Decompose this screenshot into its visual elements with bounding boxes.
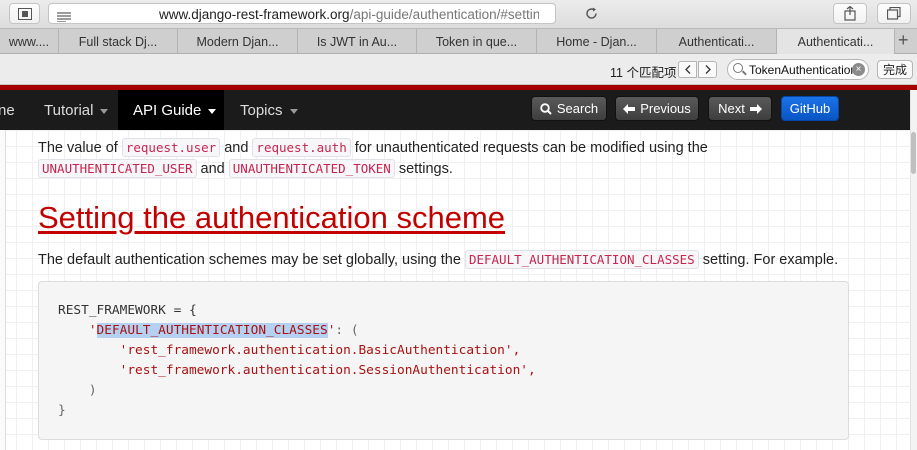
- scrollbar-thumb[interactable]: [911, 132, 916, 174]
- sidebar-icon: [17, 7, 32, 20]
- caret-down-icon: [289, 108, 298, 114]
- tabs-overview-icon: [887, 7, 901, 20]
- code-line: }: [58, 403, 66, 418]
- tab-6[interactable]: Home - Djan...: [537, 29, 657, 54]
- new-tab-icon[interactable]: +: [898, 30, 909, 51]
- para-text: settings.: [398, 161, 453, 177]
- sidebar-toggle-button[interactable]: [9, 3, 40, 24]
- next-button-label: Next: [718, 101, 745, 116]
- code-string: 'rest_framework.authentication.SessionAu…: [119, 363, 536, 378]
- side-rail: [0, 130, 6, 450]
- tab-label: Authenticati...: [678, 34, 755, 49]
- address-bar[interactable]: www.django-rest-framework.org/api-guide/…: [48, 3, 597, 27]
- nav-topics-label: Topics: [240, 101, 283, 119]
- tab-bar: www.... Full stack Dj... Modern Djan... …: [0, 28, 917, 54]
- code-punct: ): [88, 383, 97, 398]
- tab-label: Is JWT in Au...: [316, 34, 398, 49]
- nav-home-label: ne: [0, 101, 15, 119]
- url-path: /api-guide/authentication/#setting-: [349, 7, 539, 22]
- site-navbar: ne Tutorial API Guide Topics Search Prev…: [0, 90, 910, 130]
- chevron-left-icon: [684, 65, 690, 74]
- tab-label: Home - Djan...: [556, 34, 637, 49]
- previous-button-label: Previous: [640, 101, 691, 116]
- share-button[interactable]: [833, 3, 867, 24]
- paragraph-unauthenticated: The value of request.user and request.au…: [38, 137, 708, 159]
- nav-tutorial[interactable]: Tutorial: [44, 90, 109, 130]
- caret-down-icon: [208, 108, 217, 114]
- code-line: 'rest_framework.authentication.SessionAu…: [58, 363, 536, 378]
- arrow-left-icon: [623, 103, 636, 114]
- nav-api-guide-label: API Guide: [133, 101, 202, 119]
- inline-code: request.auth: [252, 138, 351, 157]
- share-icon: [844, 6, 856, 21]
- inline-code: UNAUTHENTICATED_USER: [38, 159, 197, 178]
- code-line: REST_FRAMEWORK = {: [58, 303, 197, 318]
- nav-api-guide[interactable]: API Guide: [118, 90, 224, 130]
- next-button[interactable]: Next: [708, 96, 772, 121]
- para-text: for unauthenticated requests can be modi…: [354, 140, 708, 156]
- clear-icon[interactable]: ×: [852, 63, 865, 76]
- show-tabs-button[interactable]: [877, 3, 911, 24]
- code-block: REST_FRAMEWORK = { 'DEFAULT_AUTHENTICATI…: [38, 281, 849, 440]
- inline-code: UNAUTHENTICATED_TOKEN: [228, 159, 395, 178]
- tab-4[interactable]: Is JWT in Au...: [298, 29, 417, 54]
- code-line: 'rest_framework.authentication.BasicAuth…: [58, 343, 521, 358]
- paragraph-default-schemes: The default authentication schemes may b…: [38, 249, 838, 271]
- para-text: and: [224, 140, 249, 156]
- find-highlight: DEFAULT_AUTHENTICATION_CLASSES: [96, 323, 328, 338]
- tab-1[interactable]: www....: [0, 29, 59, 54]
- reader-icon[interactable]: [57, 9, 71, 27]
- search-icon: [540, 102, 552, 115]
- tab-label: Modern Djan...: [196, 34, 279, 49]
- find-done-button[interactable]: 完成: [877, 60, 913, 79]
- para-text: setting. For example.: [702, 252, 839, 268]
- chevron-right-icon: [705, 65, 711, 74]
- nav-topics[interactable]: Topics: [240, 90, 298, 130]
- tab-label: Token in que...: [435, 34, 518, 49]
- github-button-label: GitHub: [789, 101, 831, 116]
- caret-down-icon: [100, 108, 109, 114]
- inline-code: request.user: [121, 138, 221, 157]
- find-previous-button[interactable]: [678, 61, 697, 78]
- find-next-button[interactable]: [698, 61, 717, 78]
- search-button[interactable]: Search: [531, 96, 607, 121]
- url-text: www.django-rest-framework.org/api-guide/…: [159, 7, 539, 22]
- section-heading-link[interactable]: Setting the authentication scheme: [38, 200, 505, 236]
- tab-2[interactable]: Full stack Dj...: [59, 29, 178, 54]
- para-text: and: [200, 161, 225, 177]
- code-string: 'rest_framework.authentication.BasicAuth…: [119, 343, 521, 358]
- tab-label: Full stack Dj...: [78, 34, 158, 49]
- arrow-right-icon: [749, 103, 762, 114]
- tab-8-active[interactable]: Authenticati...: [777, 29, 895, 54]
- reload-icon[interactable]: [585, 7, 598, 23]
- find-input[interactable]: TokenAuthentication ×: [727, 59, 869, 80]
- code-line: ): [58, 383, 97, 398]
- tab-label: www....: [8, 34, 50, 49]
- tab-3[interactable]: Modern Djan...: [178, 29, 298, 54]
- paragraph-unauthenticated-settings: UNAUTHENTICATED_USER and UNAUTHENTICATED…: [38, 158, 453, 180]
- inline-code: DEFAULT_AUTHENTICATION_CLASSES: [464, 250, 699, 269]
- nav-tutorial-label: Tutorial: [44, 101, 94, 119]
- previous-button[interactable]: Previous: [615, 96, 699, 121]
- find-query: TokenAuthentication: [749, 63, 853, 77]
- find-match-count: 11 个匹配项: [610, 66, 677, 80]
- nav-home[interactable]: ne: [0, 90, 15, 130]
- github-button[interactable]: GitHub: [781, 96, 839, 121]
- tab-label: Authenticati...: [797, 34, 874, 49]
- browser-toolbar: www.django-rest-framework.org/api-guide/…: [0, 0, 917, 28]
- code-line: 'DEFAULT_AUTHENTICATION_CLASSES': (: [88, 323, 359, 338]
- tab-7[interactable]: Authenticati...: [657, 29, 777, 54]
- tab-5[interactable]: Token in que...: [417, 29, 537, 54]
- find-bar: 11 个匹配项 TokenAuthentication × 完成: [0, 54, 917, 85]
- para-text: The value of: [38, 140, 118, 156]
- search-icon: [733, 63, 743, 73]
- search-button-label: Search: [556, 101, 599, 116]
- para-text: The default authentication schemes may b…: [38, 252, 461, 268]
- url-host: www.django-rest-framework.org: [159, 7, 350, 22]
